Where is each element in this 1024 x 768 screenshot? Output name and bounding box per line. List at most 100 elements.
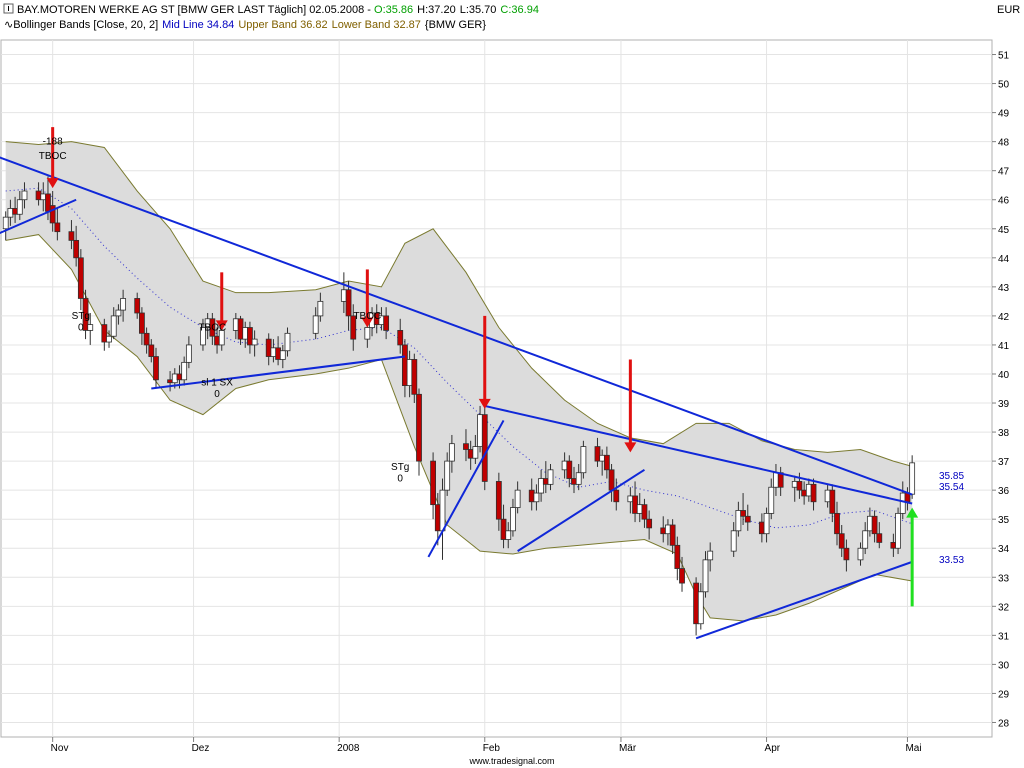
y-tick-label: 32 xyxy=(998,602,1010,613)
mid-line-price-label: 35.54 xyxy=(939,482,964,493)
candle-body xyxy=(674,544,681,569)
y-tick-label: 40 xyxy=(998,370,1010,381)
signal-label: STg xyxy=(391,462,409,473)
candle-body xyxy=(148,344,155,357)
open-value: O:35.86 xyxy=(374,4,413,16)
candle-body xyxy=(16,199,23,215)
candle-body xyxy=(801,489,808,497)
candle-body xyxy=(434,504,441,532)
candle-body xyxy=(773,472,779,488)
candle-body xyxy=(758,521,765,535)
candle-body xyxy=(232,318,239,331)
candle-body xyxy=(481,414,488,482)
candle-body xyxy=(115,309,122,317)
y-tick-label: 35 xyxy=(998,515,1010,526)
candle-body xyxy=(242,327,249,340)
y-tick-label: 29 xyxy=(998,689,1010,700)
candle-body xyxy=(636,504,643,514)
candle-body xyxy=(608,469,615,491)
y-tick-label: 46 xyxy=(998,196,1010,207)
candle-body xyxy=(110,315,117,337)
indicator-symbol: {BMW GER} xyxy=(425,19,486,31)
candle-body xyxy=(2,216,9,230)
y-tick-label: 51 xyxy=(998,51,1010,62)
y-tick-label: 43 xyxy=(998,283,1010,294)
candle-body xyxy=(857,547,864,561)
x-tick-label: Dez xyxy=(192,743,210,754)
y-tick-label: 42 xyxy=(998,312,1010,323)
candle-body xyxy=(768,486,775,514)
candle-body xyxy=(796,481,803,491)
candle-body xyxy=(862,530,869,549)
y-tick-label: 39 xyxy=(998,399,1010,410)
upper-line-price-label: 35.85 xyxy=(939,471,964,482)
y-tick-label: 38 xyxy=(998,428,1010,439)
candle-body xyxy=(514,489,521,508)
candle-body xyxy=(571,478,577,485)
candle-body xyxy=(495,481,502,520)
candle-body xyxy=(627,495,634,503)
symbol-toggle-icon[interactable] xyxy=(3,3,14,14)
y-tick-label: 31 xyxy=(998,631,1010,642)
candle-body xyxy=(510,507,516,532)
candle-body xyxy=(120,298,127,311)
header-line-2: ∿Bollinger Bands [Close, 20, 2] Mid Line … xyxy=(4,19,486,31)
indicator-name: Bollinger Bands [Close, 20, 2] xyxy=(13,19,158,31)
candle-body xyxy=(406,359,413,386)
candle-body xyxy=(467,449,474,459)
candle-body xyxy=(73,239,80,259)
footer-credit: www.tradesignal.com xyxy=(468,756,554,766)
y-tick-label: 34 xyxy=(998,544,1010,555)
candle-body xyxy=(876,533,883,543)
candle-body xyxy=(477,414,483,447)
y-tick-label: 45 xyxy=(998,225,1010,236)
candle-body xyxy=(444,460,451,491)
candle-body xyxy=(805,483,812,497)
candle-body xyxy=(77,257,84,299)
candle-body xyxy=(12,208,18,215)
y-tick-label: 50 xyxy=(998,80,1010,91)
candle-body xyxy=(603,454,610,471)
candle-body xyxy=(270,347,277,357)
y-tick-label: 36 xyxy=(998,486,1010,497)
candle-body xyxy=(594,446,601,462)
y-tick-label: 28 xyxy=(998,718,1010,729)
indicator-icon[interactable]: ∿ xyxy=(4,19,13,31)
currency-label: EUR xyxy=(997,4,1020,16)
candle-body xyxy=(237,318,244,340)
signal-label: TBOC xyxy=(353,311,381,322)
candle-body xyxy=(547,469,554,485)
candle-body xyxy=(185,344,192,363)
candle-body xyxy=(566,460,573,479)
candle-body xyxy=(679,568,685,584)
low-value: L:35.70 xyxy=(460,4,497,16)
upper-band-value: Upper Band 36.82 xyxy=(238,19,327,31)
candle-body xyxy=(472,446,479,459)
candle-body xyxy=(106,335,112,343)
candle-body xyxy=(735,510,742,532)
candle-body xyxy=(411,359,418,395)
candle-body xyxy=(171,373,178,384)
candle-body xyxy=(599,454,606,462)
candle-body xyxy=(416,393,422,462)
candle-body xyxy=(632,495,638,514)
price-chart: -188TBOCSTg0 TBOCsl 1 SX0TBOCSTg0 2829303… xyxy=(0,0,1024,768)
candle-body xyxy=(646,518,653,529)
candle-body xyxy=(561,460,568,471)
signal-label: 0 xyxy=(214,389,220,400)
candle-body xyxy=(251,338,258,346)
lower-band-value: Lower Band 32.87 xyxy=(332,19,421,31)
candle-body xyxy=(580,446,587,474)
candle-body xyxy=(397,330,404,346)
x-tick-label: Nov xyxy=(51,743,69,754)
candle-body xyxy=(7,208,14,218)
candle-body xyxy=(660,527,667,535)
close-value: C:36.94 xyxy=(500,4,539,16)
y-tick-label: 37 xyxy=(998,457,1010,468)
candle-body xyxy=(448,443,455,462)
candle-body xyxy=(895,512,901,549)
candle-body xyxy=(843,547,850,561)
candle-body xyxy=(909,462,916,495)
candle-body xyxy=(533,492,540,503)
signal-label: STg xyxy=(72,311,90,322)
